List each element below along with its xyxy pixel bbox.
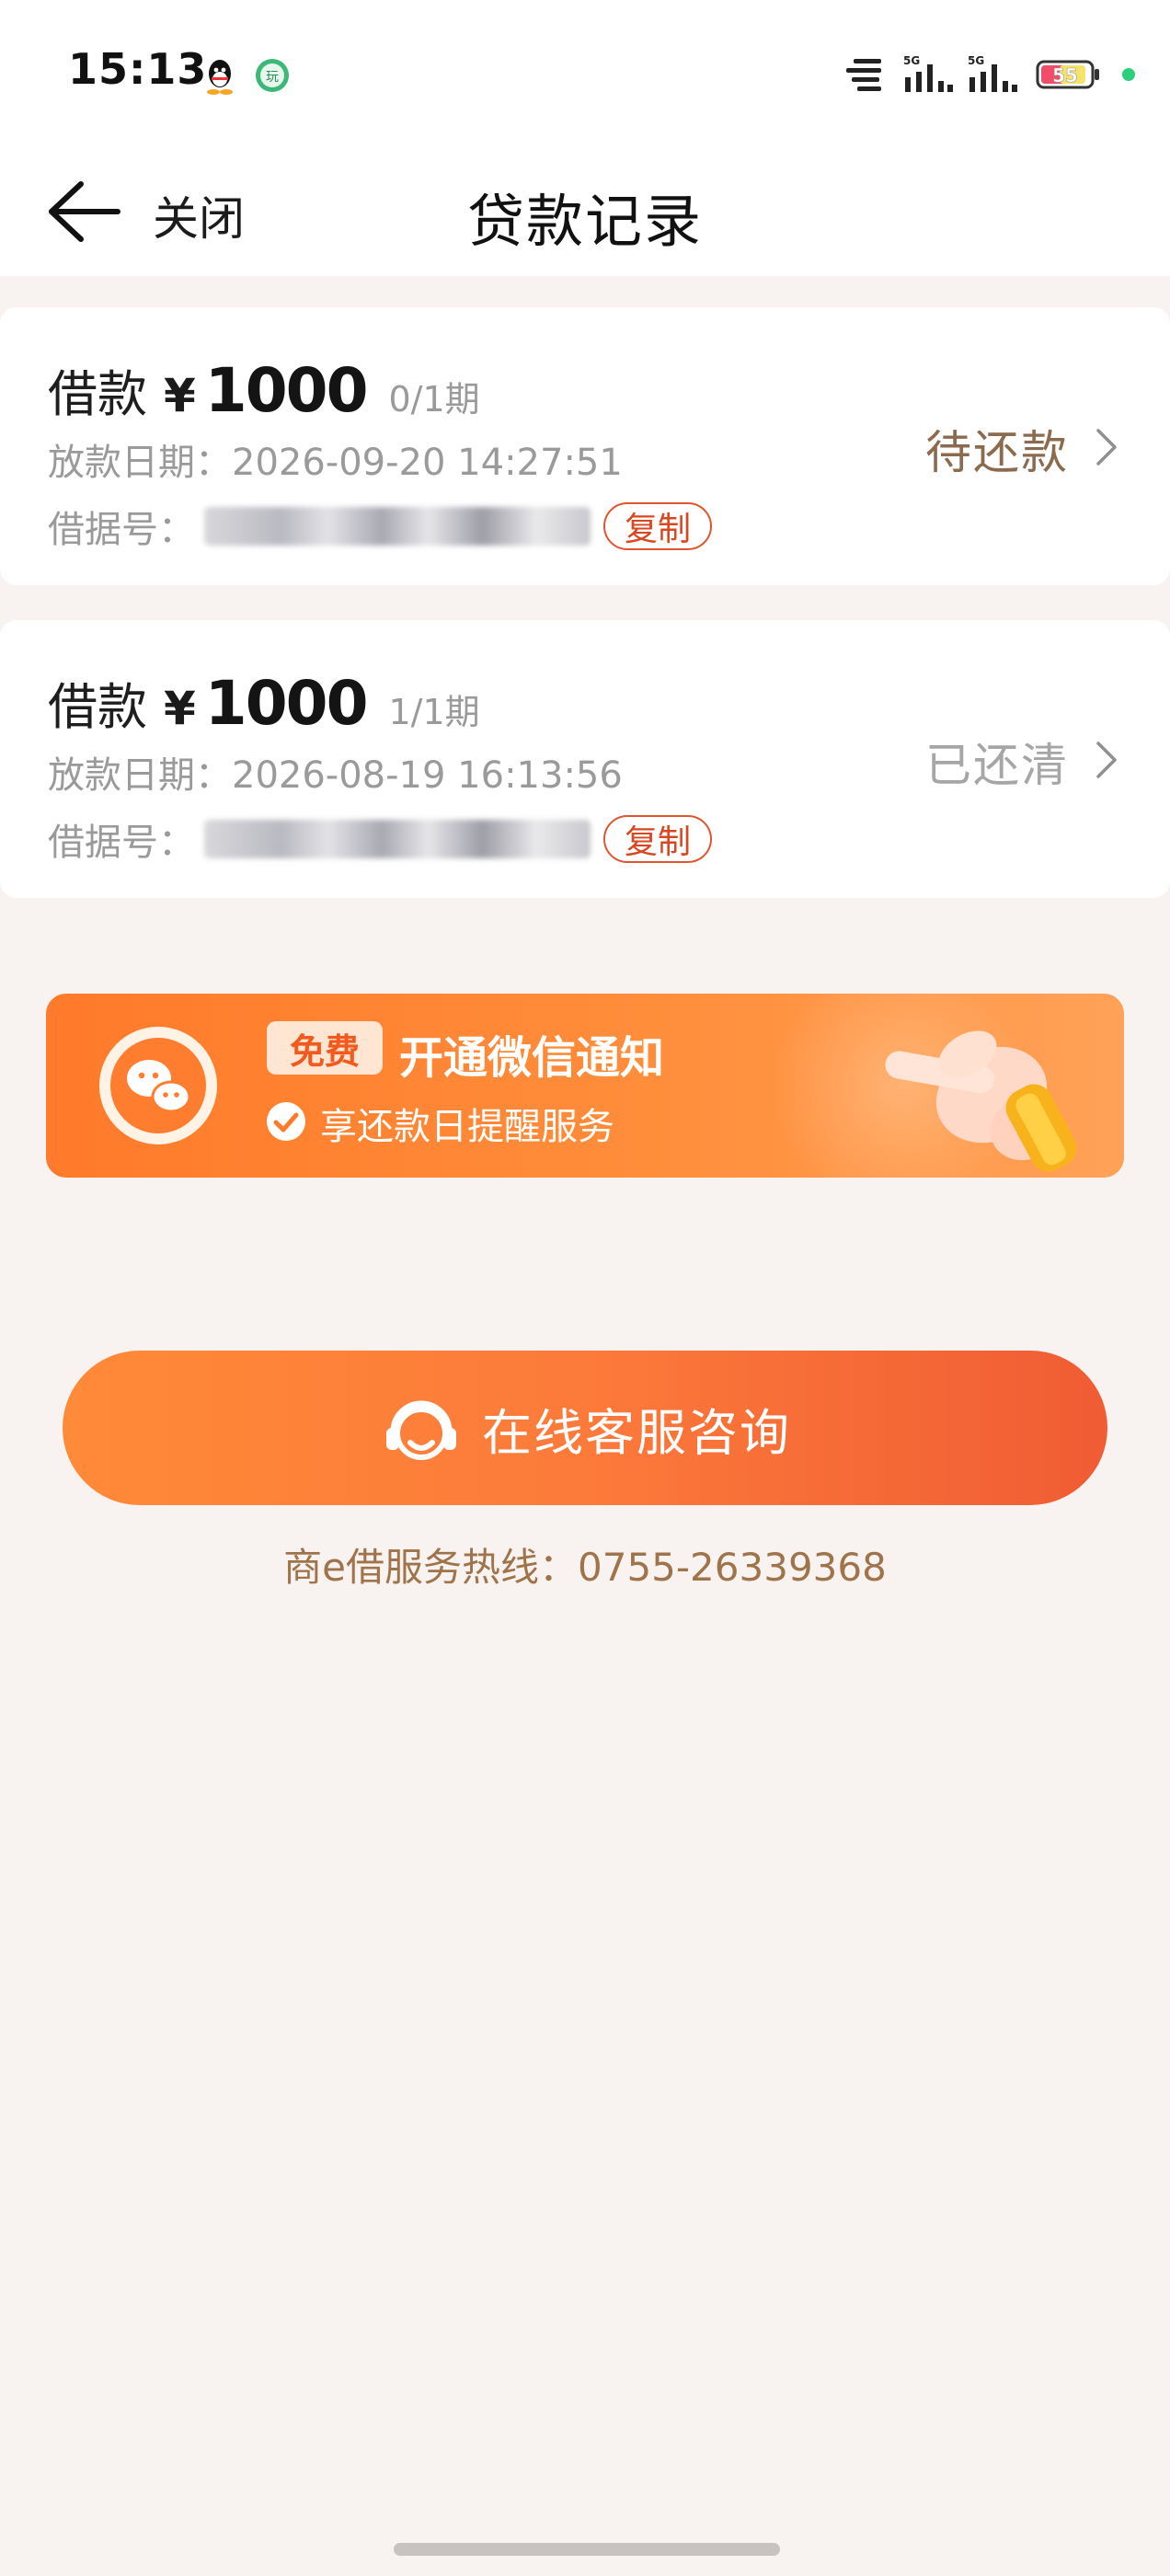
wechat-notification-banner[interactable]: 免费 开通微信通知 享还款日提醒服务	[46, 994, 1124, 1178]
check-circle-icon	[267, 1102, 305, 1141]
page-title: 贷款记录	[466, 188, 703, 255]
battery-icon: 55	[1036, 60, 1099, 89]
wechat-icon	[99, 1027, 217, 1144]
signal-5g-icon-2: 5G	[968, 54, 1017, 92]
loan-summary: 借款 ¥ 1000 1/1期	[48, 666, 480, 739]
loan-amount: 1000	[204, 355, 369, 426]
loan-summary: 借款 ¥ 1000 0/1期	[48, 353, 480, 426]
nav-bar: 关闭 贷款记录	[0, 147, 1170, 276]
loan-amount: 1000	[204, 668, 369, 739]
chevron-right-icon	[1096, 742, 1117, 778]
svg-text:玩: 玩	[266, 70, 279, 85]
battery-level: 55	[1052, 64, 1078, 86]
loan-note-number-redacted	[204, 820, 591, 858]
disbursement-date: 放款日期：2026-09-20 14:27:51	[48, 442, 623, 484]
pointing-hand-icon	[885, 1030, 1077, 1172]
loan-record-card[interactable]: 借款 ¥ 1000 1/1期 放款日期：2026-08-19 16:13:56 …	[0, 620, 1170, 898]
loan-status: 已还清	[925, 739, 1069, 792]
loan-record-card[interactable]: 借款 ¥ 1000 0/1期 放款日期：2026-09-20 14:27:51 …	[0, 307, 1170, 585]
svg-text:5G: 5G	[968, 54, 984, 67]
loan-note-row: 借据号： 复制	[48, 499, 712, 554]
banner-subtitle: 享还款日提醒服务	[320, 1106, 614, 1148]
data-activity-icon	[846, 59, 881, 91]
status-time: 15:13	[68, 44, 208, 94]
loan-note-label: 借据号：	[48, 509, 195, 551]
signal-5g-icon: 5G	[903, 54, 953, 92]
loan-status: 待还款	[925, 426, 1069, 479]
status-icons: 5G 5G 55	[802, 50, 1170, 96]
chevron-right-icon	[1096, 429, 1117, 466]
loan-period: 1/1期	[388, 692, 480, 732]
free-badge: 免费	[267, 1021, 383, 1075]
play-app-icon: 玩	[256, 59, 289, 92]
home-indicator[interactable]	[394, 2543, 780, 2556]
headset-icon	[386, 1400, 456, 1460]
status-bar: 15:13 玩 5G 5G 55	[0, 0, 1170, 147]
banner-title: 开通微信通知	[399, 1032, 665, 1084]
qq-icon	[207, 60, 233, 95]
copy-button[interactable]: 复制	[603, 502, 712, 550]
loan-note-row: 借据号： 复制	[48, 811, 712, 867]
loan-note-label: 借据号：	[48, 822, 195, 864]
service-hotline[interactable]: 商e借服务热线：0755-26339368	[0, 1536, 1170, 1593]
loan-note-number-redacted	[204, 507, 591, 546]
active-dot-icon	[1122, 68, 1135, 81]
online-service-label: 在线客服咨询	[482, 1403, 791, 1462]
svg-text:5G: 5G	[903, 54, 920, 67]
currency-symbol: ¥	[164, 369, 196, 422]
disbursement-date: 放款日期：2026-08-19 16:13:56	[48, 754, 623, 797]
loan-period: 0/1期	[388, 379, 480, 420]
currency-symbol: ¥	[164, 682, 196, 735]
online-service-button[interactable]: 在线客服咨询	[63, 1351, 1107, 1505]
loan-label: 借款	[48, 678, 147, 736]
copy-button[interactable]: 复制	[603, 815, 712, 863]
loan-label: 借款	[48, 365, 147, 423]
